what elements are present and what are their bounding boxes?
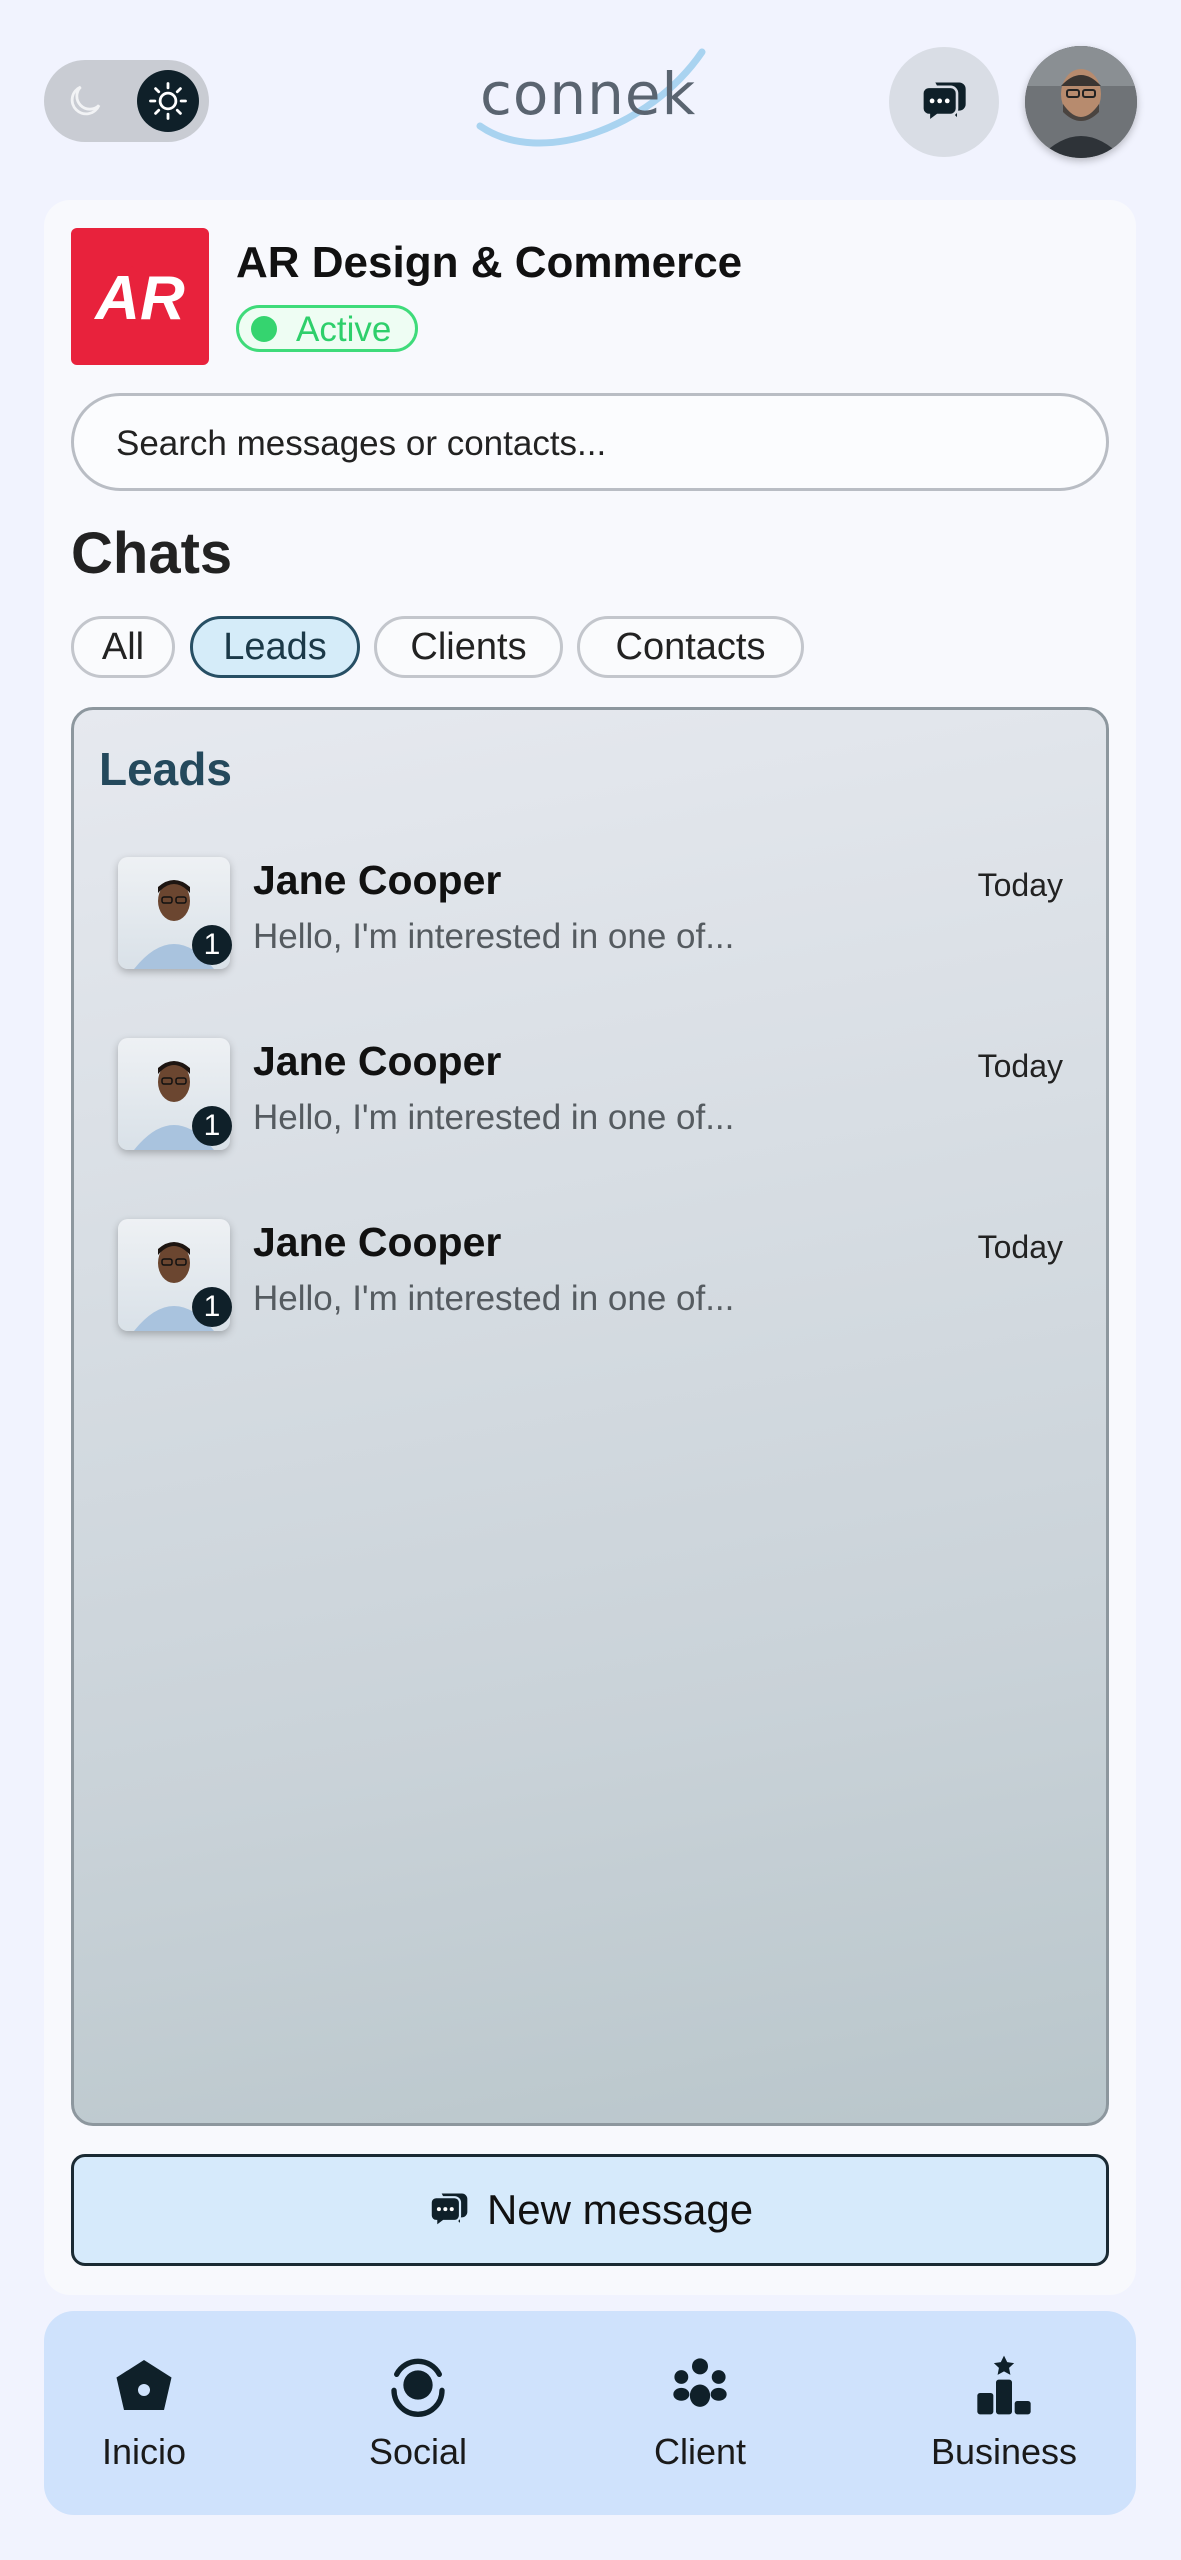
messages-button[interactable] [889, 47, 999, 157]
new-message-label: New message [486, 2186, 754, 2233]
nav-label: Inicio [101, 2431, 187, 2472]
message-preview: Hello, I'm interested in one of... [253, 1279, 735, 1318]
message-preview: Hello, I'm interested in one of... [253, 917, 735, 956]
nav-item-client[interactable]: Client [600, 2311, 800, 2515]
contact-name: Jane Cooper [253, 1219, 502, 1265]
filter-leads[interactable]: Leads [190, 616, 360, 678]
message-time: Today [977, 867, 1063, 903]
contact-name: Jane Cooper [253, 857, 502, 903]
social-icon [391, 2358, 445, 2417]
contact-name: Jane Cooper [253, 1038, 502, 1084]
nav-item-social[interactable]: Social [318, 2311, 518, 2515]
section-title: Leads [99, 743, 232, 795]
filter-clients[interactable]: Clients [374, 616, 563, 678]
new-message-button[interactable]: New message [71, 2154, 1109, 2266]
status-dot [251, 316, 277, 342]
status-badge: Active [236, 305, 418, 352]
business-logo-text: AR [93, 264, 185, 333]
message-time: Today [977, 1048, 1063, 1084]
unread-count: 1 [192, 1106, 232, 1146]
nav-label: Business [930, 2431, 1078, 2472]
nav-label: Client [653, 2431, 747, 2472]
unread-count: 1 [192, 925, 232, 965]
nav-item-inicio[interactable]: Inicio [44, 2311, 244, 2515]
filter-contacts[interactable]: Contacts [577, 616, 804, 678]
business-name: AR Design & Commerce [236, 238, 743, 287]
chat-list-item[interactable]: 1 Jane Cooper Hello, I'm interested in o… [118, 857, 1063, 977]
sun-icon [137, 70, 199, 132]
page-title: Chats [71, 521, 233, 586]
moon-icon [70, 85, 101, 116]
user-avatar[interactable] [1025, 46, 1137, 158]
home-icon [116, 2360, 172, 2410]
logo-text: connek [480, 60, 697, 128]
status-label: Active [296, 310, 392, 349]
clients-icon [673, 2358, 727, 2407]
chat-list-item[interactable]: 1 Jane Cooper Hello, I'm interested in o… [118, 1219, 1063, 1339]
app-logo: connek [470, 38, 710, 158]
chat-bubbles-icon [429, 2193, 468, 2229]
message-time: Today [977, 1229, 1063, 1265]
nav-item-business[interactable]: Business [904, 2311, 1104, 2515]
business-logo: AR [71, 228, 209, 365]
search-placeholder: Search messages or contacts... [116, 424, 607, 463]
search-input[interactable]: Search messages or contacts... [71, 393, 1109, 491]
message-preview: Hello, I'm interested in one of... [253, 1098, 735, 1137]
theme-toggle[interactable] [44, 60, 209, 142]
chat-bubbles-icon [921, 82, 966, 125]
chat-list-item[interactable]: 1 Jane Cooper Hello, I'm interested in o… [118, 1038, 1063, 1158]
nav-label: Social [368, 2431, 468, 2472]
filter-all[interactable]: All [71, 616, 175, 678]
bottom-nav: Inicio Social Client Business [44, 2311, 1136, 2515]
unread-count: 1 [192, 1287, 232, 1327]
business-icon [977, 2355, 1031, 2415]
